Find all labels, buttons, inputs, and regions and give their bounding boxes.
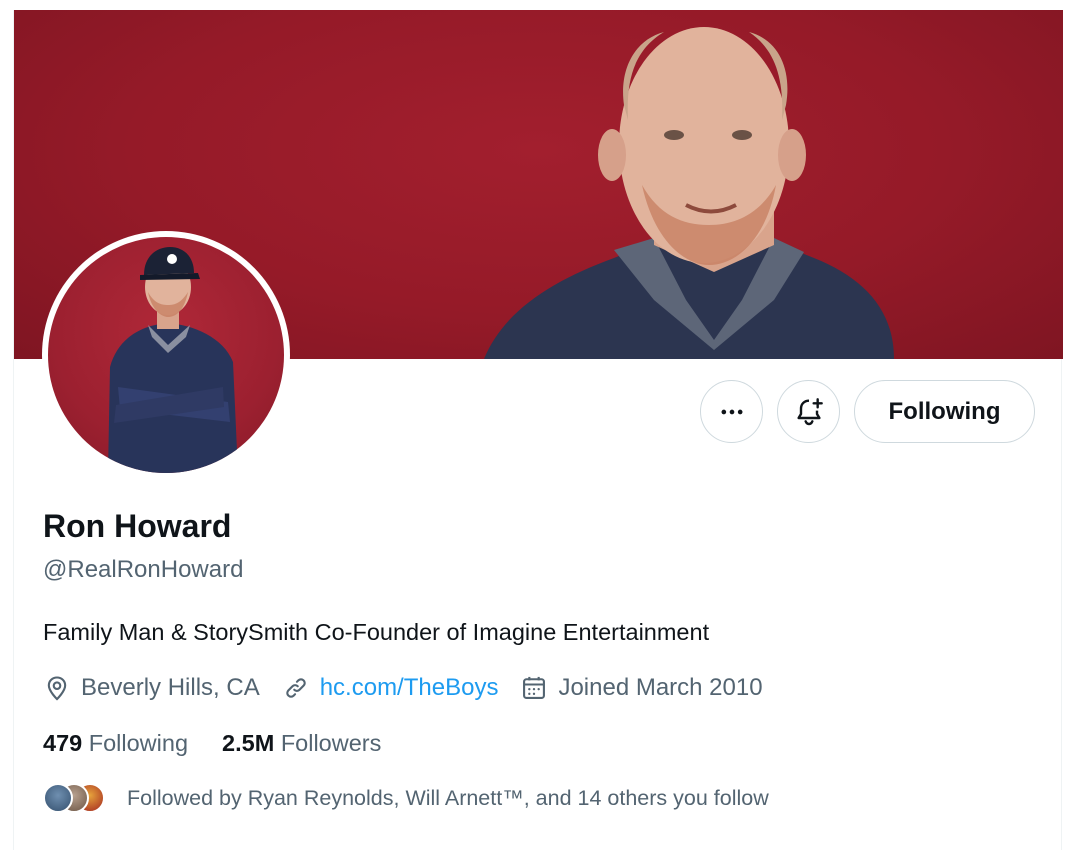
link-icon [285,678,306,698]
display-name: Ron Howard [43,508,232,544]
location-item: Beverly Hills, CA [43,674,260,702]
following-label: Following [88,730,189,756]
notify-button[interactable] [777,380,840,443]
more-horizontal-icon [721,409,742,414]
joined-item: Joined March 2010 [520,674,763,702]
more-button[interactable] [700,380,763,443]
followed-by-text: Followed by Ryan Reynolds, Will Arnett™,… [127,785,769,810]
following-count: 479 [43,730,83,756]
website-link[interactable]: hc.com/TheBoys [320,674,499,702]
mini-avatar [43,783,73,813]
followers-label: Followers [280,730,382,756]
location-text: Beverly Hills, CA [81,674,260,701]
profile-meta: Beverly Hills, CA hc.com/TheBoys Joined … [43,672,785,704]
followers-count: 2.5M [222,730,275,756]
following-stat[interactable]: 479 Following [43,730,188,757]
joined-text: Joined March 2010 [558,674,763,701]
user-handle: @RealRonHoward [43,556,244,583]
followed-by-avatars [43,782,105,814]
follow-stats: 479 Following 2.5M Followers [43,730,415,757]
following-button[interactable]: Following [854,380,1035,443]
followed-by[interactable]: Followed by Ryan Reynolds, Will Arnett™,… [43,782,769,814]
profile-avatar[interactable] [42,231,290,479]
avatar-photo [48,237,284,473]
bell-plus-icon [796,397,823,425]
profile-header: Following Ron Howard @RealRonHoward Fami… [13,10,1063,850]
calendar-icon [523,676,546,699]
profile-bio: Family Man & StorySmith Co-Founder of Im… [43,619,710,645]
website-item[interactable]: hc.com/TheBoys [282,674,499,702]
followers-stat[interactable]: 2.5M Followers [222,730,381,757]
location-pin-icon [47,676,67,701]
